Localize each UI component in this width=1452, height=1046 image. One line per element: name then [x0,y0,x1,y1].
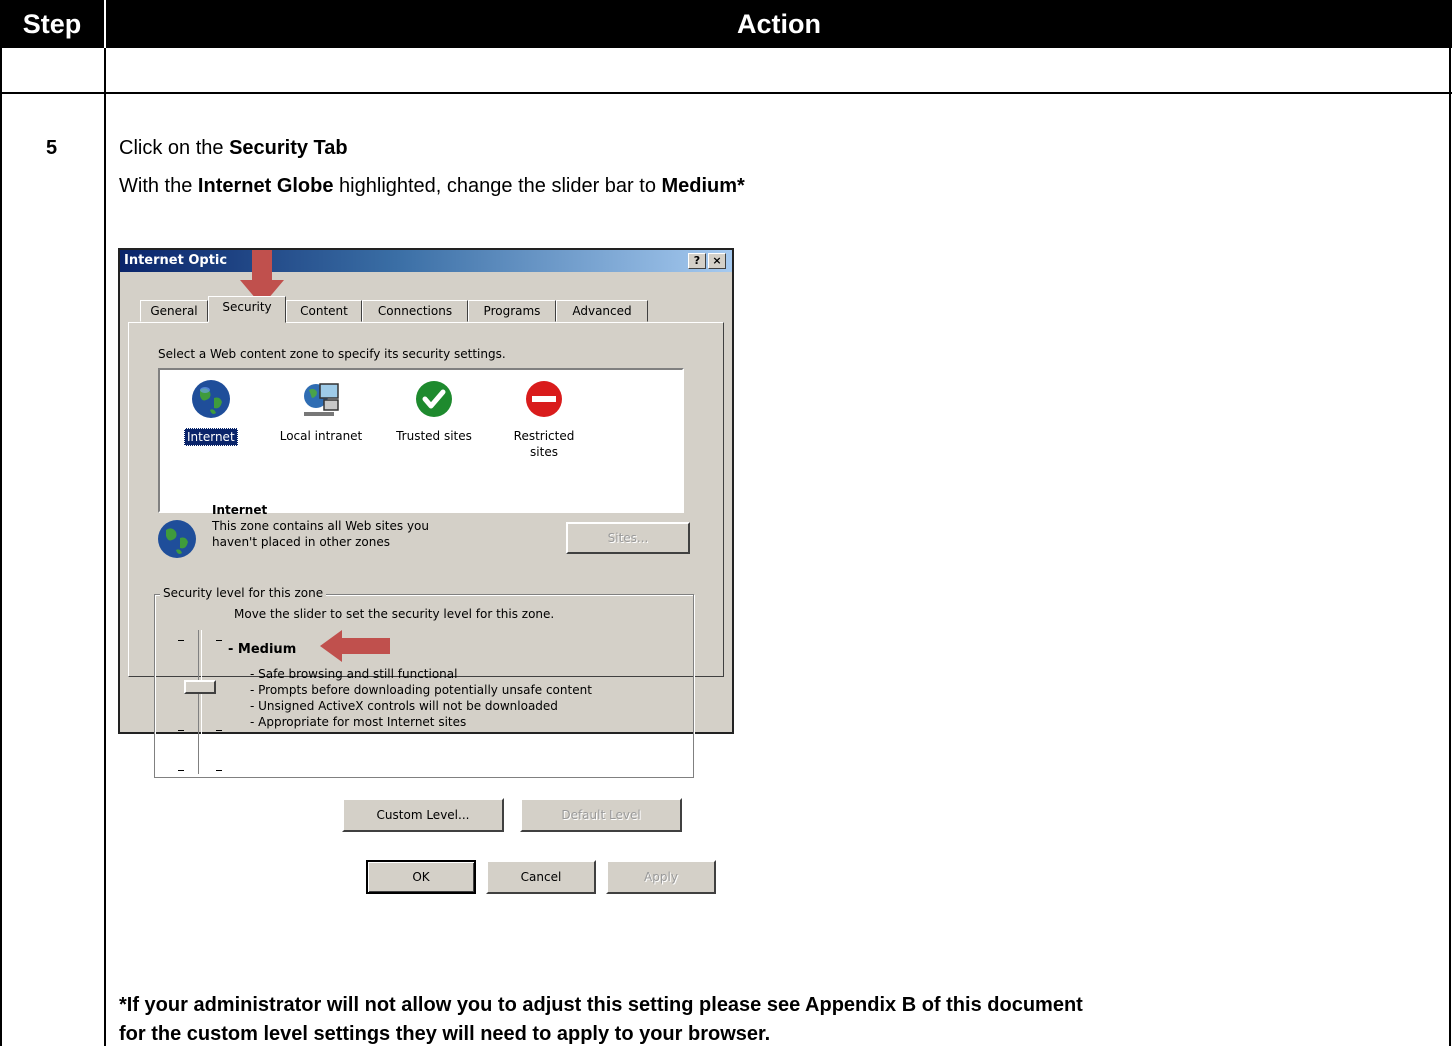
globe-icon [158,520,196,558]
slider-tick [178,730,184,731]
sites-button[interactable]: Sites... [566,522,690,554]
network-computer-icon [304,383,339,416]
ok-button[interactable]: OK [366,860,476,894]
slider-tick [178,770,184,771]
slider-tick [216,640,222,641]
instruction-2-bold-b: Medium* [661,175,745,197]
security-level-group-label: Security level for this zone [160,586,327,600]
step-number: 5 [46,137,58,159]
slider-track [198,630,202,774]
annotation-arrow-left-icon [320,630,390,662]
table-header-step: Step [0,0,104,48]
zone-list[interactable]: Internet Local intranet Trusted sites Re… [158,368,684,513]
zone-title: Internet [212,503,268,517]
footnote-line-2: for the custom level settings they will … [119,1023,771,1045]
no-entry-icon [526,381,562,417]
slider-hint: Move the slider to set the security leve… [234,607,555,621]
instruction-1-text: Click on the [119,137,230,159]
default-level-button[interactable]: Default Level [520,798,682,832]
table-column-divider [104,48,106,1046]
level-detail-3: - Unsigned ActiveX controls will not be … [250,699,558,713]
tab-connections[interactable]: Connections [362,300,468,322]
slider-tick [216,730,222,731]
instruction-2-text-a: With the [119,175,198,197]
slider-tick [178,640,184,641]
help-button[interactable]: ? [688,253,706,269]
security-slider[interactable] [172,622,232,782]
tab-security[interactable]: Security [208,296,286,323]
table-border-left [0,48,2,1046]
cancel-button[interactable]: Cancel [486,860,596,894]
zone-trusted-sites-label: Trusted sites [396,429,472,443]
zone-prompt: Select a Web content zone to specify its… [158,347,506,361]
zone-restricted-sites-label: Restricted sites [513,429,575,459]
security-level-name: - Medium [228,642,297,657]
zone-description-1: This zone contains all Web sites you [212,519,429,533]
instruction-1-bold: Security Tab [229,137,348,159]
instruction-line-2: With the Internet Globe highlighted, cha… [119,176,745,196]
zone-restricted-sites[interactable]: Restricted sites [498,378,590,459]
tab-content[interactable]: Content [286,300,362,322]
dialog-titlebar: Internet Optic [120,250,732,272]
zone-local-intranet-label: Local intranet [279,429,363,443]
checkmark-icon [416,381,452,417]
globe-icon [192,380,230,418]
internet-options-dialog: Internet Optic ? × General Security Cont… [118,248,734,894]
table-header-action: Action [106,0,1452,48]
instruction-2-text-b: highlighted, change the slider bar to [333,175,662,197]
dialog-title: Internet Optic [124,253,228,268]
level-detail-1: - Safe browsing and still functional [250,667,458,681]
zone-description-2: haven't placed in other zones [212,535,391,549]
tab-programs[interactable]: Programs [468,300,556,322]
tab-general[interactable]: General [140,300,208,322]
instruction-line-1: Click on the Security Tab [119,138,348,158]
footnote-line-1: *If your administrator will not allow yo… [119,994,1083,1016]
zone-trusted-sites[interactable]: Trusted sites [384,378,484,458]
level-detail-4: - Appropriate for most Internet sites [250,715,467,729]
zone-internet-label: Internet [184,428,238,446]
apply-button[interactable]: Apply [606,860,716,894]
custom-level-button[interactable]: Custom Level... [342,798,504,832]
level-detail-2: - Prompts before downloading potentially… [250,683,592,697]
slider-thumb[interactable] [184,680,216,694]
tab-advanced[interactable]: Advanced [556,300,648,322]
slider-tick [216,770,222,771]
zone-internet[interactable]: Internet [174,378,254,458]
table-row-divider [0,92,1452,94]
table-border-right [1449,48,1451,1046]
instruction-2-bold-a: Internet Globe [197,175,334,197]
zone-local-intranet[interactable]: Local intranet [266,378,376,458]
close-button[interactable]: × [708,253,726,269]
